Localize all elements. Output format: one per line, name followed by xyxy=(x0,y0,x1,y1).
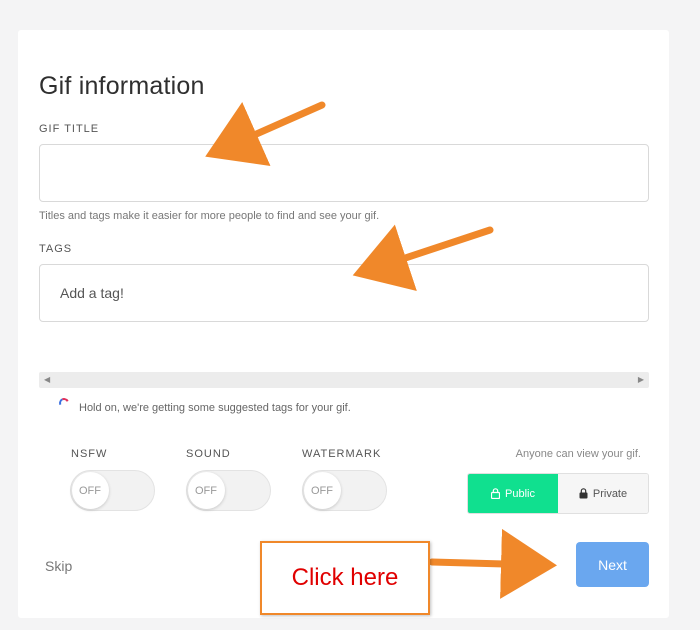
toggle-state: OFF xyxy=(79,485,101,497)
helper-text: Titles and tags make it easier for more … xyxy=(39,210,380,222)
scroll-left-icon[interactable]: ◀ xyxy=(44,375,50,384)
loading-spinner-icon xyxy=(57,396,71,410)
gif-info-card: Gif information GIF TITLE Titles and tag… xyxy=(18,30,669,618)
skip-link[interactable]: Skip xyxy=(45,558,72,574)
lock-open-icon xyxy=(491,488,501,499)
watermark-label: WATERMARK xyxy=(302,448,382,460)
nsfw-toggle[interactable]: OFF xyxy=(70,470,155,511)
scroll-right-icon[interactable]: ▶ xyxy=(638,375,644,384)
gif-title-input[interactable] xyxy=(39,144,649,202)
click-here-callout: Click here xyxy=(260,541,430,615)
lock-icon xyxy=(579,488,588,499)
public-label: Public xyxy=(505,487,535,500)
next-button[interactable]: Next xyxy=(576,542,649,587)
nsfw-label: NSFW xyxy=(71,448,108,460)
toggle-state: OFF xyxy=(195,485,217,497)
loading-text: Hold on, we're getting some suggested ta… xyxy=(79,402,351,414)
visibility-switch: Public Private xyxy=(467,473,649,514)
suggested-tags-scrollbar[interactable]: ◀ ▶ xyxy=(39,372,649,388)
private-label: Private xyxy=(592,487,628,500)
tags-input[interactable] xyxy=(39,264,649,322)
sound-toggle[interactable]: OFF xyxy=(186,470,271,511)
toggle-state: OFF xyxy=(311,485,333,497)
private-button[interactable]: Private xyxy=(558,474,648,513)
watermark-toggle[interactable]: OFF xyxy=(302,470,387,511)
tags-label: TAGS xyxy=(39,243,73,255)
sound-label: SOUND xyxy=(186,448,231,460)
public-button[interactable]: Public xyxy=(468,474,558,513)
gif-title-label: GIF TITLE xyxy=(39,123,100,135)
visibility-note: Anyone can view your gif. xyxy=(515,448,641,460)
page-title: Gif information xyxy=(39,72,205,100)
